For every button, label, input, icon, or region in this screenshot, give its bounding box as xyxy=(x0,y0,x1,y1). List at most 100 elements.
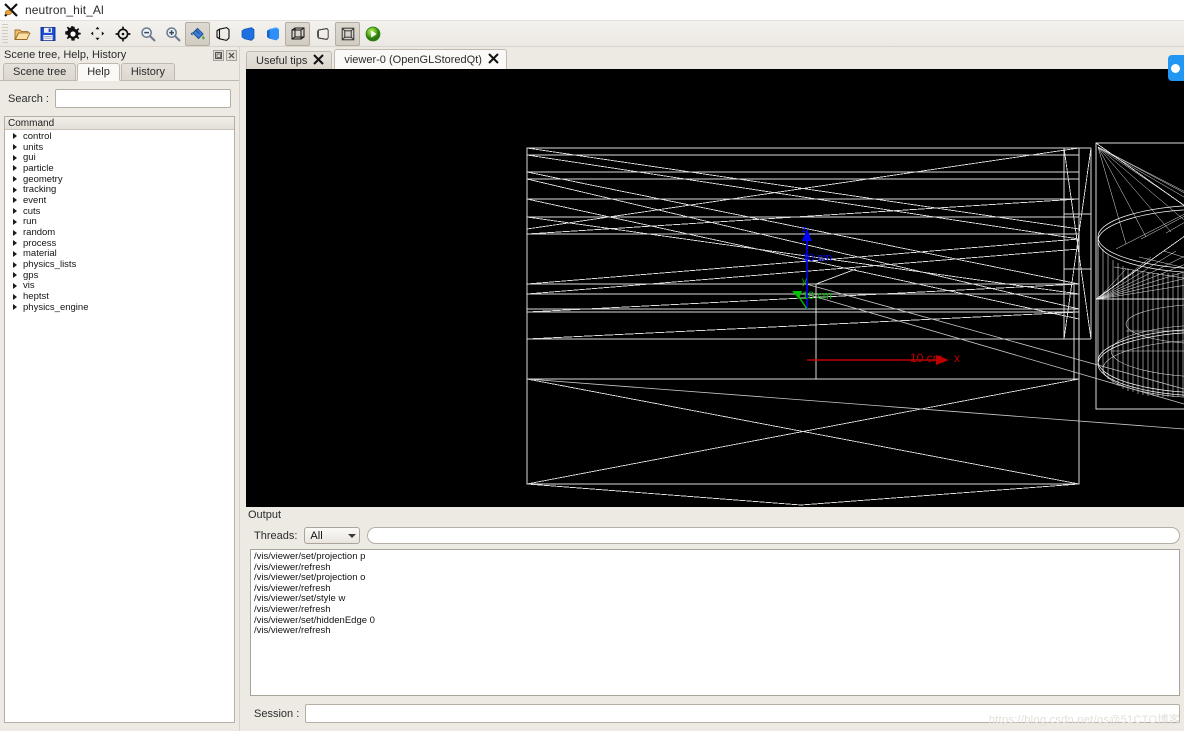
svg-text:10 cm: 10 cm xyxy=(910,351,943,365)
close-x-icon[interactable] xyxy=(313,54,325,67)
close-icon[interactable] xyxy=(226,49,237,61)
cube-projection-button[interactable] xyxy=(335,21,360,46)
output-filter-input[interactable] xyxy=(367,527,1180,544)
tab-viewer-0-label: viewer-0 (OpenGLStoredQt) xyxy=(344,53,482,66)
command-tree-item[interactable]: gps xyxy=(5,270,234,281)
threads-select-value: All xyxy=(310,529,323,542)
threads-select[interactable]: All xyxy=(304,527,361,544)
edge-floating-button[interactable] xyxy=(1168,55,1184,81)
threads-row: Threads: All xyxy=(246,523,1184,549)
zoom-out-button[interactable] xyxy=(135,22,160,46)
output-log-line: /vis/viewer/set/projection p xyxy=(254,551,366,562)
expand-arrow-icon[interactable] xyxy=(13,293,17,300)
main-area: Scene tree, Help, History Scene tree Hel… xyxy=(0,47,1184,731)
expand-arrow-icon[interactable] xyxy=(13,261,17,268)
save-file-button[interactable] xyxy=(35,22,60,46)
tab-help[interactable]: Help xyxy=(77,63,120,81)
command-tree-item[interactable]: tracking xyxy=(5,184,234,195)
command-tree-item-label: units xyxy=(23,141,44,153)
command-tree-item[interactable]: process xyxy=(5,238,234,249)
command-tree-item-label: physics_engine xyxy=(23,301,89,313)
command-tree-item[interactable]: cuts xyxy=(5,206,234,217)
settings-button[interactable] xyxy=(60,22,85,46)
opengl-viewport[interactable]: 10 cm z y 10 cm 10 cm x xyxy=(246,69,1184,507)
float-icon[interactable] xyxy=(213,49,224,61)
close-x-icon[interactable] xyxy=(488,53,499,66)
svg-text:x: x xyxy=(954,351,960,365)
left-dock-title: Scene tree, Help, History xyxy=(4,49,127,61)
command-tree-item[interactable]: random xyxy=(5,227,234,238)
pick-button[interactable] xyxy=(185,21,210,46)
command-tree-item[interactable]: control xyxy=(5,131,234,142)
command-tree-item[interactable]: physics_engine xyxy=(5,302,234,313)
tab-help-label: Help xyxy=(87,66,110,78)
command-tree-item-label: heptst xyxy=(23,291,49,303)
tab-history[interactable]: History xyxy=(120,63,176,80)
tab-viewer-0[interactable]: viewer-0 (OpenGLStoredQt) xyxy=(334,49,507,69)
crosshair-rotate-button[interactable] xyxy=(110,22,135,46)
expand-arrow-icon[interactable] xyxy=(13,176,17,183)
expand-arrow-icon[interactable] xyxy=(13,282,17,289)
expand-arrow-icon[interactable] xyxy=(13,165,17,172)
command-tree-header: Command xyxy=(5,117,234,130)
command-tree-list: control units gui particle geometry tracking e… xyxy=(5,130,234,722)
command-tree-item-label: vis xyxy=(23,280,35,292)
run-beam-on-button[interactable] xyxy=(360,22,385,46)
command-tree-item-label: tracking xyxy=(23,184,57,196)
expand-arrow-icon[interactable] xyxy=(13,133,17,140)
expand-arrow-icon[interactable] xyxy=(13,218,17,225)
cube-half-solid-button[interactable] xyxy=(235,22,260,46)
output-log-list[interactable]: /vis/viewer/set/projection p/vis/viewer/… xyxy=(250,549,1180,696)
expand-arrow-icon[interactable] xyxy=(13,144,17,151)
output-log-line: /vis/viewer/set/projection o xyxy=(254,572,366,584)
left-dock-tabs: Scene tree Help History xyxy=(0,63,239,81)
cube-wireframe-button[interactable] xyxy=(210,22,235,46)
command-tree-item-label: material xyxy=(23,248,57,260)
help-tab-body: Search : Command control units gui particle… xyxy=(0,81,239,731)
search-label: Search : xyxy=(8,92,49,105)
command-tree-item[interactable]: geometry xyxy=(5,174,234,185)
expand-arrow-icon[interactable] xyxy=(13,229,17,236)
svg-text:10 cm: 10 cm xyxy=(802,252,832,264)
expand-arrow-icon[interactable] xyxy=(13,240,17,247)
output-log-line: /vis/viewer/refresh xyxy=(254,603,331,615)
command-tree-item[interactable]: run xyxy=(5,216,234,227)
output-dock: Output Threads: All /vis/viewer/set/proj… xyxy=(240,507,1184,731)
output-log-line: /vis/viewer/refresh xyxy=(254,625,331,637)
command-tree-item[interactable]: vis xyxy=(5,280,234,292)
cube-ortho-button[interactable] xyxy=(310,22,335,46)
watermark-text: https://blog.csdn.net/qs@51CTO博客 xyxy=(988,714,1180,726)
cube-solid-blue-button[interactable] xyxy=(260,22,285,46)
command-tree-item-label: control xyxy=(23,130,52,142)
cube-perspective-button[interactable] xyxy=(285,21,310,46)
output-log-line: /vis/viewer/refresh xyxy=(254,582,331,594)
command-tree-item[interactable]: units xyxy=(5,142,234,153)
expand-arrow-icon[interactable] xyxy=(13,272,17,279)
output-log-line: /vis/viewer/set/style w xyxy=(254,593,346,605)
tab-useful-tips[interactable]: Useful tips xyxy=(246,51,333,69)
output-log-line: /vis/viewer/set/hiddenEdge 0 xyxy=(254,614,375,626)
expand-arrow-icon[interactable] xyxy=(13,250,17,257)
command-tree[interactable]: Command control units gui particle geometry t… xyxy=(4,116,235,723)
expand-arrow-icon[interactable] xyxy=(13,154,17,161)
zoom-in-button[interactable] xyxy=(160,22,185,46)
open-file-button[interactable] xyxy=(10,22,35,46)
command-tree-item[interactable]: particle xyxy=(5,163,234,174)
expand-arrow-icon[interactable] xyxy=(13,186,17,193)
tab-useful-tips-label: Useful tips xyxy=(256,54,308,67)
command-tree-item-label: event xyxy=(23,194,47,206)
command-tree-item[interactable]: event xyxy=(5,195,234,206)
command-tree-item[interactable]: heptst xyxy=(5,291,234,302)
expand-arrow-icon[interactable] xyxy=(13,208,17,215)
move-button[interactable] xyxy=(85,22,110,46)
expand-arrow-icon[interactable] xyxy=(13,304,17,311)
expand-arrow-icon[interactable] xyxy=(13,197,17,204)
tab-history-label: History xyxy=(130,66,166,78)
toolbar-drag-handle[interactable] xyxy=(2,23,8,44)
viewer-tabs: Useful tips viewer-0 (OpenGLStoredQt) xyxy=(240,47,1184,69)
command-tree-item[interactable]: physics_lists xyxy=(5,259,234,270)
command-tree-item[interactable]: material xyxy=(5,248,234,260)
search-input[interactable] xyxy=(54,89,231,108)
tab-scene-tree[interactable]: Scene tree xyxy=(3,63,77,80)
command-tree-item[interactable]: gui xyxy=(5,152,234,163)
